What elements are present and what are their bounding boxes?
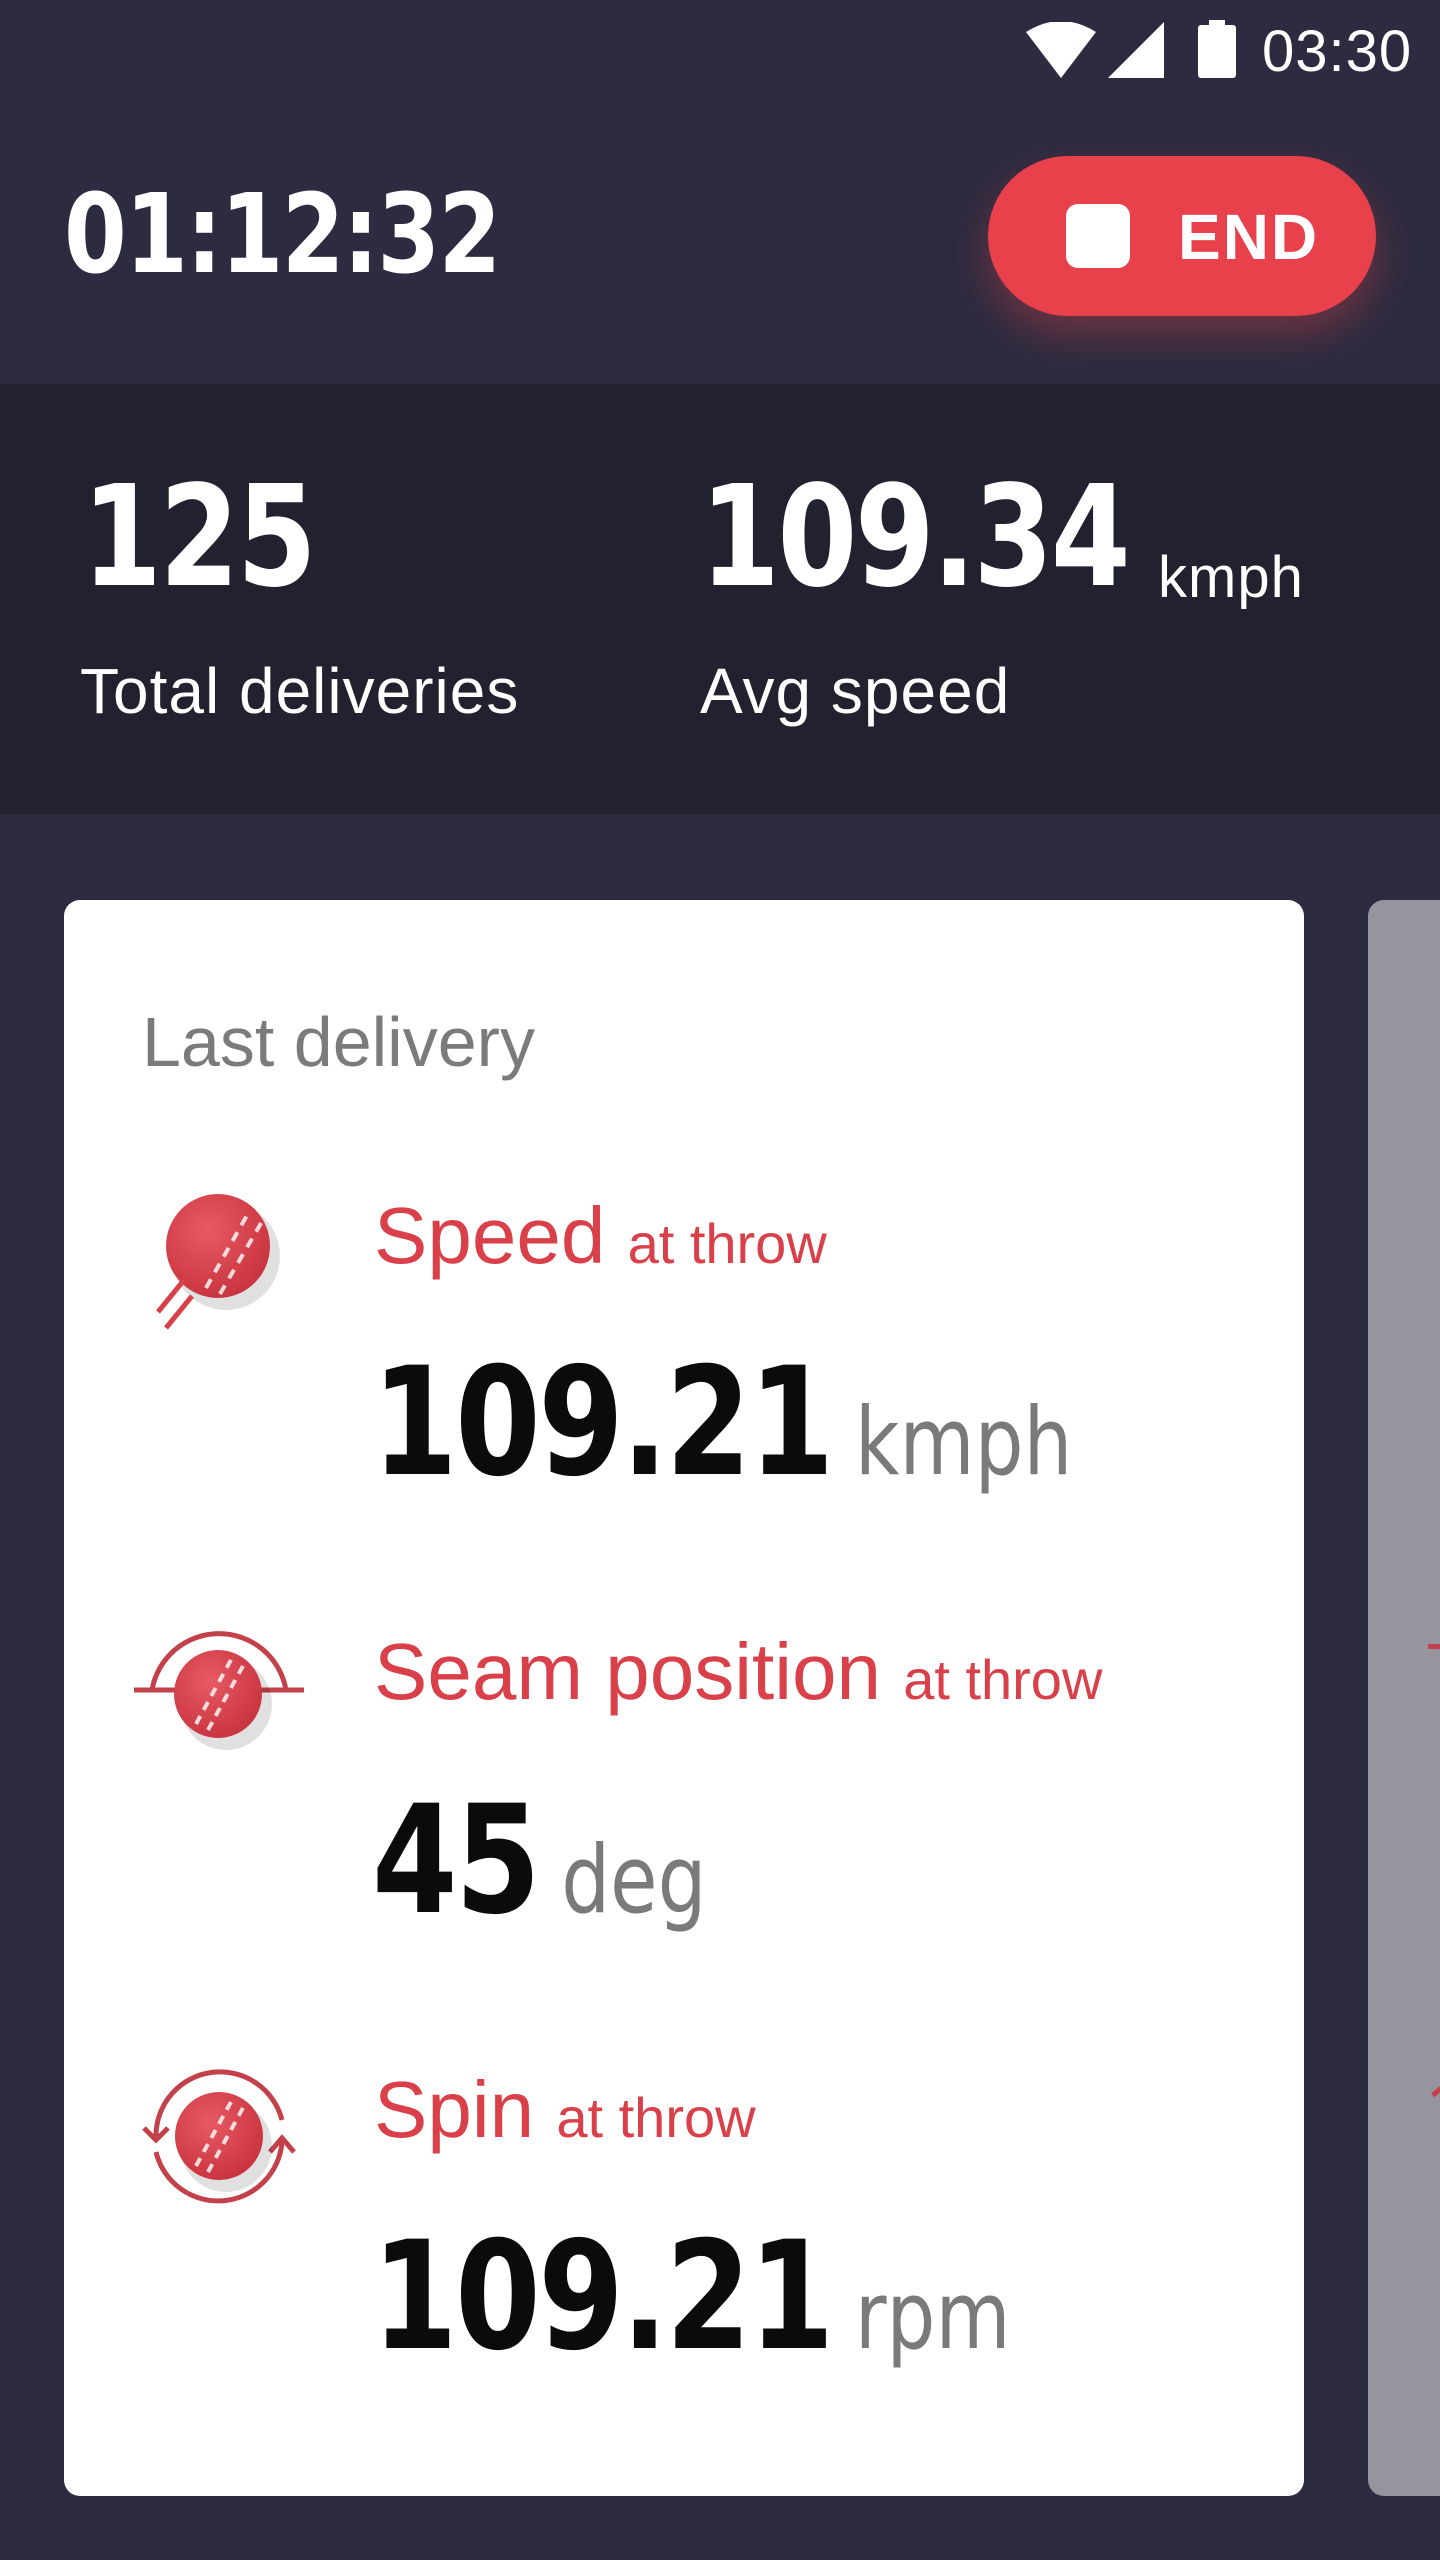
peek-accent-mark: [1431, 2067, 1440, 2098]
metric-seam-label: Seam position at throw: [374, 1627, 1103, 1716]
session-timer: 01:12:32: [64, 170, 501, 298]
ball-speed-icon: [156, 1194, 280, 1330]
last-delivery-card[interactable]: Last delivery Speed at throw 109.21kmph: [64, 900, 1304, 2496]
ball-seam-icon: [134, 1631, 304, 1750]
end-button-label: END: [1178, 201, 1320, 273]
avg-speed-value: 109.34: [700, 456, 1131, 619]
metric-speed-value: 109.21 kmph: [372, 1336, 1073, 1510]
avg-speed-unit: kmph: [1158, 545, 1304, 610]
battery-icon: [1198, 20, 1236, 78]
status-bar: 03:30: [0, 0, 1440, 100]
wifi-icon: [1026, 22, 1096, 78]
metric-seam-value: 45 deg: [372, 1774, 707, 1948]
session-stats: 125 Total deliveries 109.34 kmph Avg spe…: [0, 384, 1440, 814]
metric-spin-label: Spin at throw: [374, 2065, 756, 2154]
card-title: Last delivery: [142, 1003, 535, 1081]
metric-speed-label: Speed at throw: [374, 1191, 827, 1280]
total-deliveries-value: 125: [82, 456, 317, 619]
total-deliveries-label: Total deliveries: [80, 655, 520, 727]
metric-spin-value: 109.21 rpm: [372, 2210, 1011, 2384]
peek-accent-mark: [1428, 1644, 1440, 1649]
stop-icon: [1066, 204, 1130, 268]
end-session-button[interactable]: END: [988, 156, 1376, 316]
avg-speed-label: Avg speed: [700, 655, 1011, 727]
signal-icon: [1108, 22, 1164, 78]
next-card-peek[interactable]: [1368, 900, 1440, 2496]
ball-spin-icon: [142, 2069, 296, 2204]
status-time: 03:30: [1262, 19, 1413, 84]
